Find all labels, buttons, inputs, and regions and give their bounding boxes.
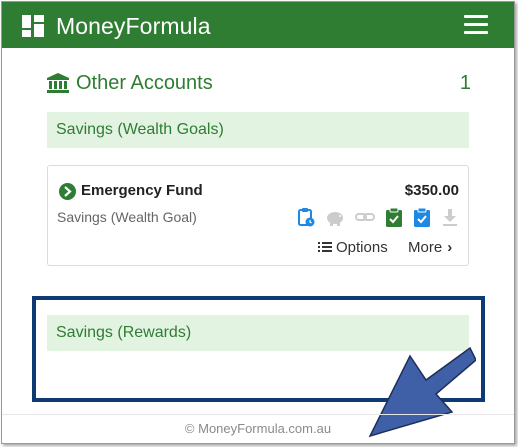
more-button[interactable]: More › — [408, 239, 452, 256]
group-header-wealth-goals[interactable]: Savings (Wealth Goals) — [47, 112, 469, 148]
account-name[interactable]: Emergency Fund — [81, 182, 203, 199]
top-navbar: MoneyFormula — [2, 2, 514, 48]
options-button[interactable]: Options — [318, 239, 388, 256]
bank-icon — [47, 73, 69, 93]
account-balance: $350.00 — [404, 182, 459, 199]
footer-copyright: © MoneyFormula.com.au — [184, 421, 332, 436]
account-card: Emergency Fund $350.00 Savings (Wealth G… — [47, 165, 469, 266]
download-icon[interactable] — [441, 207, 459, 227]
clipboard-check-green-icon[interactable] — [385, 207, 403, 227]
brand-title[interactable]: MoneyFormula — [56, 13, 211, 39]
app-frame: MoneyFormula Other Accounts 1 Savings (W… — [1, 1, 515, 444]
chevron-circle-right-icon[interactable] — [59, 183, 76, 200]
account-count: 1 — [459, 72, 471, 94]
options-label: Options — [336, 239, 388, 256]
hamburger-menu-icon[interactable] — [464, 15, 490, 35]
main-content: Other Accounts 1 Savings (Wealth Goals) … — [2, 48, 514, 438]
section-title: Other Accounts — [76, 72, 213, 94]
section-header: Other Accounts 1 — [47, 70, 471, 98]
list-icon — [318, 241, 332, 252]
chevron-right-icon: › — [447, 239, 453, 256]
dashboard-logo-icon — [22, 15, 44, 37]
link-icon[interactable] — [355, 207, 375, 227]
clipboard-check-blue-icon[interactable] — [413, 207, 431, 227]
piggy-bank-icon[interactable] — [325, 207, 345, 227]
account-type: Savings (Wealth Goal) — [57, 209, 197, 225]
clipboard-clock-icon[interactable] — [297, 207, 315, 227]
footer: © MoneyFormula.com.au — [2, 414, 514, 436]
more-label: More — [408, 239, 443, 256]
